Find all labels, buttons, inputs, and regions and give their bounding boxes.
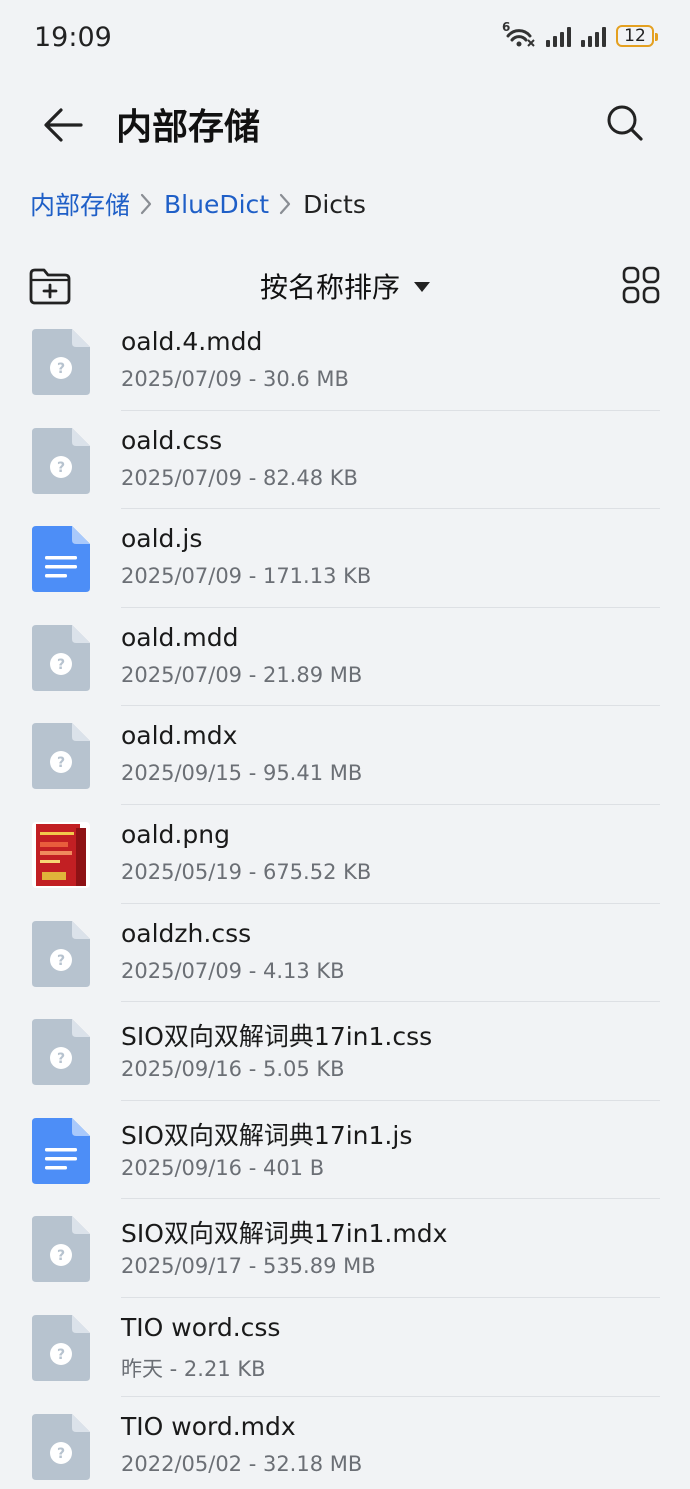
search-icon: [607, 105, 643, 141]
grid-view-button[interactable]: [622, 266, 660, 304]
image-thumbnail: [32, 821, 90, 888]
breadcrumb-bluedict[interactable]: BlueDict: [164, 190, 269, 219]
unknown-file-icon: ?: [32, 329, 90, 395]
battery-level: 12: [624, 26, 646, 46]
file-row[interactable]: ? oald.css 2025/07/09 - 82.48 KB: [0, 411, 690, 510]
svg-text:?: ?: [57, 953, 65, 969]
svg-text:?: ?: [57, 755, 65, 771]
status-bar: 19:09 6 12: [0, 0, 690, 80]
breadcrumb: 内部存储 BlueDict Dicts: [30, 184, 366, 224]
unknown-file-icon: ?: [32, 723, 90, 790]
svg-text:?: ?: [57, 1248, 65, 1264]
file-name: oald.mdx: [121, 721, 238, 751]
sort-button[interactable]: 按名称排序: [260, 266, 431, 306]
unknown-file-icon: ?: [32, 427, 90, 494]
unknown-file-icon: ?: [32, 1019, 90, 1086]
svg-text:?: ?: [57, 460, 65, 476]
file-name: SIO双向双解词典17in1.js: [121, 1120, 413, 1150]
breadcrumb-internal-storage[interactable]: 内部存储: [30, 186, 130, 222]
page-title: 内部存储: [116, 107, 261, 148]
breadcrumb-current: Dicts: [303, 189, 366, 219]
chevron-right-icon: [140, 193, 152, 215]
file-row[interactable]: ? oald.4.mdd 2025/07/09 - 30.6 MB: [0, 320, 690, 411]
file-row[interactable]: ? SIO双向双解词典17in1.mdx 2025/09/17 - 535.89 M…: [0, 1199, 690, 1298]
svg-text:?: ?: [57, 1347, 65, 1363]
file-name: oaldzh.css: [121, 918, 252, 948]
signal-2-icon: [581, 25, 606, 47]
chevron-right-icon: [279, 193, 291, 215]
svg-text:?: ?: [57, 1051, 65, 1067]
file-row[interactable]: ? SIO双向双解词典17in1.css 2025/09/16 - 5.05 KB: [0, 1002, 690, 1101]
wifi-generation-label: 6: [502, 20, 511, 34]
file-name: oald.js: [121, 524, 203, 554]
file-meta: 2025/07/09 - 171.13 KB: [121, 564, 372, 589]
svg-text:?: ?: [57, 361, 65, 377]
file-row[interactable]: ? TIO word.css 昨天 - 2.21 KB: [0, 1298, 690, 1397]
grid-view-icon: [622, 266, 660, 304]
file-row[interactable]: ? oald.mdx 2025/09/15 - 95.41 MB: [0, 706, 690, 805]
file-name: oald.4.mdd: [121, 327, 263, 356]
file-meta: 2025/05/19 - 675.52 KB: [121, 859, 372, 884]
sort-label: 按名称排序: [260, 271, 401, 304]
back-button[interactable]: [40, 102, 86, 148]
file-meta: 2022/05/02 - 32.18 MB: [121, 1451, 363, 1476]
file-row[interactable]: ? oald.mdd 2025/07/09 - 21.89 MB: [0, 608, 690, 707]
file-name: TIO word.mdx: [121, 1411, 296, 1441]
file-meta: 2025/07/09 - 4.13 KB: [121, 958, 345, 983]
document-file-icon: [32, 1117, 90, 1184]
file-meta: 2025/07/09 - 30.6 MB: [121, 367, 349, 391]
signal-1-icon: [546, 25, 571, 47]
file-meta: 昨天 - 2.21 KB: [121, 1356, 266, 1381]
file-name: oald.png: [121, 819, 230, 849]
unknown-file-icon: ?: [32, 1413, 90, 1480]
file-name: oald.mdd: [121, 622, 239, 652]
unknown-file-icon: ?: [32, 624, 90, 691]
caret-down-icon: [414, 282, 431, 292]
file-name: oald.css: [121, 425, 223, 455]
file-name: SIO双向双解词典17in1.css: [121, 1022, 433, 1052]
wifi-icon: 6: [502, 20, 536, 48]
document-file-icon: [32, 526, 90, 593]
unknown-file-icon: ?: [32, 920, 90, 987]
file-meta: 2025/09/15 - 95.41 MB: [121, 761, 363, 786]
file-meta: 2025/07/09 - 82.48 KB: [121, 465, 358, 490]
file-row[interactable]: SIO双向双解词典17in1.js 2025/09/16 - 401 B: [0, 1101, 690, 1200]
unknown-file-icon: ?: [32, 1216, 90, 1283]
file-row[interactable]: ? oaldzh.css 2025/07/09 - 4.13 KB: [0, 904, 690, 1003]
file-list-content: ? oald.4.mdd 2025/07/09 - 30.6 MB? oald.css…: [0, 320, 690, 1489]
file-name: SIO双向双解词典17in1.mdx: [121, 1219, 448, 1249]
search-button[interactable]: [602, 100, 648, 146]
status-time: 19:09: [34, 22, 112, 53]
new-folder-icon: [29, 268, 71, 305]
new-folder-button[interactable]: [28, 266, 72, 306]
toolbar: 按名称排序: [0, 258, 690, 318]
file-list[interactable]: ? oald.4.mdd 2025/07/09 - 30.6 MB? oald.css…: [0, 320, 690, 1489]
file-meta: 2025/09/17 - 535.89 MB: [121, 1254, 376, 1279]
file-meta: 2025/09/16 - 401 B: [121, 1155, 325, 1180]
file-row[interactable]: oald.js 2025/07/09 - 171.13 KB: [0, 509, 690, 608]
title-bar: 内部存储: [0, 80, 690, 170]
unknown-file-icon: ?: [32, 1314, 90, 1381]
file-name: TIO word.css: [121, 1312, 281, 1342]
battery-icon: 12: [616, 25, 658, 47]
svg-text:?: ?: [57, 657, 65, 673]
file-row[interactable]: ? TIO word.mdx 2022/05/02 - 32.18 MB: [0, 1397, 690, 1489]
file-meta: 2025/07/09 - 21.89 MB: [121, 662, 363, 687]
file-row[interactable]: oald.png 2025/05/19 - 675.52 KB: [0, 805, 690, 904]
svg-text:?: ?: [57, 1446, 65, 1462]
status-icons: 6 12: [502, 20, 658, 48]
file-meta: 2025/09/16 - 5.05 KB: [121, 1057, 345, 1082]
arrow-left-icon: [44, 108, 83, 142]
